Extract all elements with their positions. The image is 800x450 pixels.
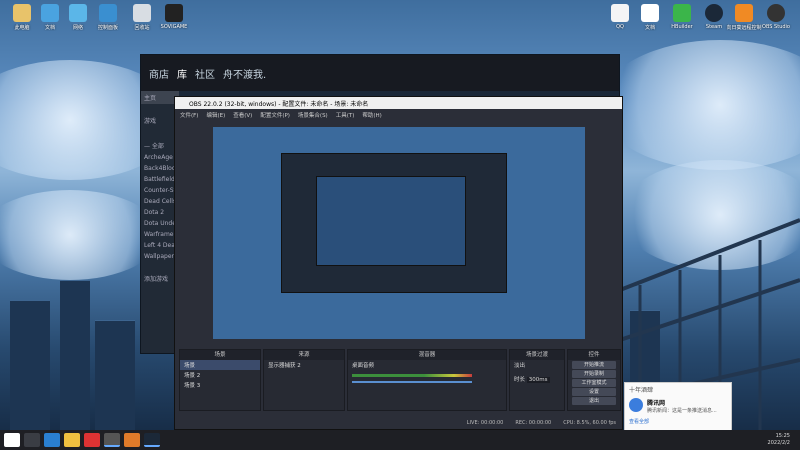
file-explorer-icon[interactable] [64, 433, 80, 447]
menu-tools[interactable]: 工具(T) [336, 111, 355, 119]
background-cloud [600, 40, 800, 170]
sunflower-icon [735, 4, 753, 22]
obs-titlebar: OBS 22.0.2 (32-bit, windows) - 配置文件: 未命名… [175, 97, 622, 109]
computer-icon [13, 4, 31, 22]
tencent-icon [629, 398, 643, 412]
transition-select[interactable]: 淡出 [510, 360, 564, 370]
background-building [95, 320, 135, 430]
notification-title: 腾讯网 [647, 400, 666, 407]
notification-action[interactable]: 查看全部 [625, 416, 731, 427]
steam-nav: 商店 库 社区 舟不渡我. [141, 55, 619, 91]
volume-meter [352, 374, 472, 377]
nav-store[interactable]: 商店 [149, 66, 169, 81]
scene-item[interactable]: 场景 3 [180, 380, 260, 390]
start-icon[interactable] [4, 433, 20, 447]
start-recording-button[interactable]: 开始录制 [572, 370, 616, 378]
game-icon [165, 4, 183, 22]
steam-taskbar-icon[interactable] [144, 433, 160, 447]
menu-profile[interactable]: 配置文件(P) [260, 111, 290, 119]
desktop-icon[interactable]: OBS Studio [756, 4, 796, 30]
control-panel-icon [99, 4, 117, 22]
task-view-icon[interactable] [24, 433, 40, 447]
sources-dock: 来源 显示器捕获 2 [263, 349, 345, 411]
clock-time[interactable]: 15:25 [768, 433, 790, 440]
obs-statusbar: LIVE: 00:00:00 REC: 00:00:00 CPU: 8.5%, … [175, 417, 622, 429]
notification-body: 腾讯新闻：这是一条推送消息... [647, 408, 717, 414]
scenes-dock: 场景 场景 场景 2 场景 3 [179, 349, 261, 411]
obs-menubar: 文件(F) 编辑(E) 查看(V) 配置文件(P) 场景集合(S) 工具(T) … [175, 109, 622, 120]
nav-library[interactable]: 库 [177, 66, 187, 81]
exit-button[interactable]: 退出 [572, 397, 616, 405]
controls-dock: 控件 开始推流 开始录制 工作室模式 设置 退出 [567, 349, 621, 411]
recursive-preview [281, 153, 507, 293]
desktop-icon[interactable]: SOVIGAME [154, 4, 194, 30]
recycle-bin-icon [133, 4, 151, 22]
background-cloud [0, 190, 160, 280]
source-item[interactable]: 显示器捕获 2 [264, 360, 344, 370]
menu-edit[interactable]: 编辑(E) [206, 111, 225, 119]
mixer-title: 混音器 [348, 350, 506, 360]
qq-icon [611, 4, 629, 22]
edge-icon[interactable] [44, 433, 60, 447]
obs-taskbar-icon[interactable] [104, 433, 120, 447]
obs-title: OBS 22.0.2 (32-bit, windows) - 配置文件: 未命名… [189, 100, 369, 108]
menu-help[interactable]: 帮助(H) [362, 111, 381, 119]
taskbar: 15:25 2022/2/2 [0, 430, 800, 450]
background-building [60, 280, 90, 430]
nav-profile[interactable]: 舟不渡我. [223, 66, 266, 81]
obs-icon [767, 4, 785, 22]
menu-file[interactable]: 文件(F) [180, 111, 198, 119]
controls-title: 控件 [568, 350, 620, 360]
start-streaming-button[interactable]: 开始推流 [572, 361, 616, 369]
status-rec: REC: 00:00:00 [515, 420, 552, 426]
notification-toast[interactable]: 十年酒肆 腾讯网 腾讯新闻：这是一条推送消息... 查看全部 [624, 382, 732, 432]
duration-label: 时长 [514, 377, 526, 383]
settings-button[interactable]: 设置 [572, 388, 616, 396]
volume-slider[interactable] [352, 381, 472, 383]
mixer-track-label: 桌面音频 [352, 363, 375, 369]
menu-scene-collection[interactable]: 场景集合(S) [298, 111, 328, 119]
status-live: LIVE: 00:00:00 [466, 420, 504, 426]
documents-icon [41, 4, 59, 22]
nav-community[interactable]: 社区 [195, 66, 215, 81]
obs-window[interactable]: OBS 22.0.2 (32-bit, windows) - 配置文件: 未命名… [174, 96, 623, 430]
mixer-dock: 混音器 桌面音频 [347, 349, 507, 411]
transitions-dock: 场景过渡 淡出 时长 300ms [509, 349, 565, 411]
background-building [10, 300, 50, 430]
document-icon [641, 4, 659, 22]
scenes-title: 场景 [180, 350, 260, 360]
sunflower-taskbar-icon[interactable] [124, 433, 140, 447]
scene-item[interactable]: 场景 2 [180, 370, 260, 380]
steam-icon [705, 4, 723, 22]
transitions-title: 场景过渡 [510, 350, 564, 360]
studio-mode-button[interactable]: 工作室模式 [572, 379, 616, 387]
status-cpu: CPU: 8.5%, 60.00 fps [563, 420, 616, 426]
hbuilder-icon [673, 4, 691, 22]
notification-app: 十年酒肆 [629, 387, 654, 394]
menu-view[interactable]: 查看(V) [233, 111, 252, 119]
recursive-preview-inner [316, 176, 466, 266]
clock-date[interactable]: 2022/2/2 [768, 440, 790, 447]
sources-title: 来源 [264, 350, 344, 360]
qq-icon[interactable] [84, 433, 100, 447]
network-icon [69, 4, 87, 22]
scene-item[interactable]: 场景 [180, 360, 260, 370]
obs-preview[interactable] [213, 127, 585, 339]
duration-row: 时长 300ms [510, 374, 564, 384]
duration-input[interactable]: 300ms [526, 377, 550, 383]
